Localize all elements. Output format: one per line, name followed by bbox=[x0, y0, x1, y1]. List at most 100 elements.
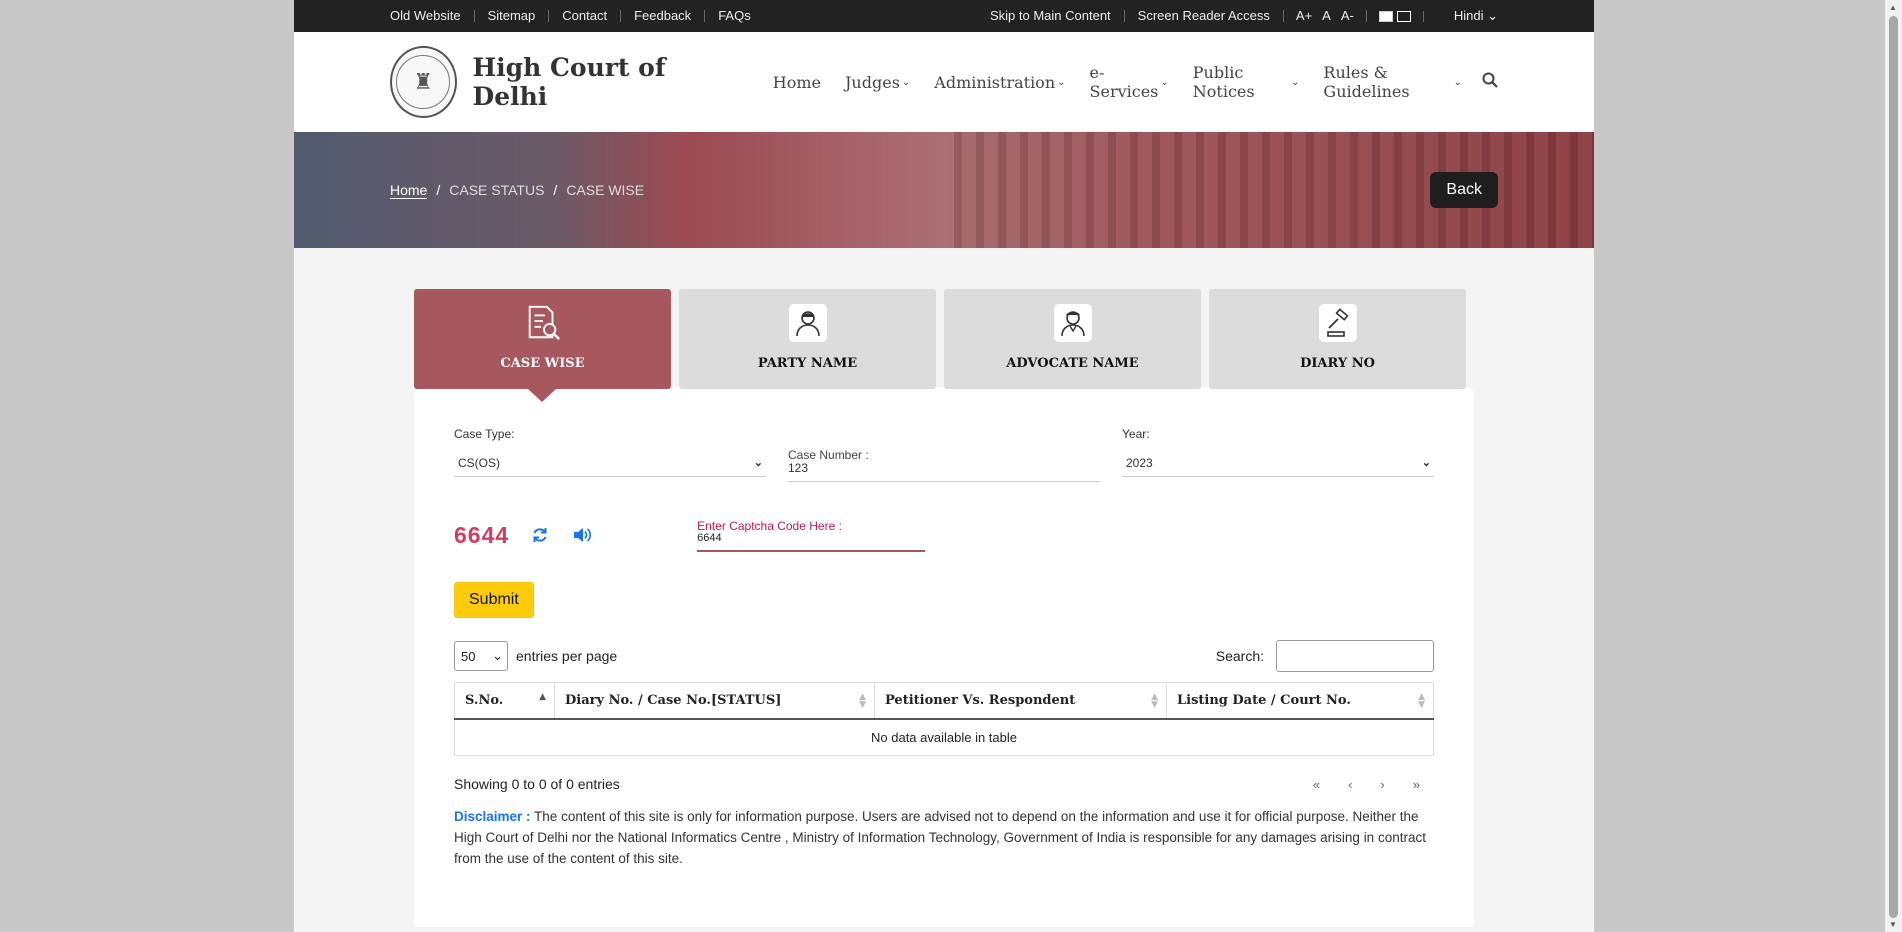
person-icon bbox=[788, 304, 827, 342]
captcha-label: Enter Captcha Code Here : bbox=[697, 519, 842, 533]
tab-diary-no[interactable]: DIARY NO bbox=[1209, 289, 1466, 389]
scrollbar-thumb[interactable] bbox=[1889, 16, 1898, 918]
nav-rules-guidelines-label: Rules & Guidelines bbox=[1323, 63, 1410, 101]
language-select[interactable]: Hindi ⌄ bbox=[1424, 8, 1498, 24]
captcha-field[interactable]: Enter Captcha Code Here : 6644 bbox=[697, 518, 926, 552]
nav-e-services[interactable]: e-Services ⌄ bbox=[1090, 63, 1169, 101]
chevron-down-icon: ⌄ bbox=[1160, 76, 1169, 88]
nav-administration[interactable]: Administration ⌄ bbox=[934, 73, 1065, 92]
font-size-controls: A+ A A- bbox=[1284, 9, 1367, 22]
nav-judges-label: Judges bbox=[845, 72, 900, 92]
chevron-down-icon: ⌄ bbox=[1421, 457, 1431, 469]
year-value: 2023 bbox=[1126, 455, 1153, 470]
screen-reader-link[interactable]: Screen Reader Access bbox=[1125, 9, 1284, 22]
captcha-input[interactable]: 6644 bbox=[697, 533, 926, 552]
first-page-button[interactable]: « bbox=[1313, 777, 1320, 792]
nav-home[interactable]: Home bbox=[773, 73, 821, 92]
year-select[interactable]: 2023 ⌄ bbox=[1122, 449, 1434, 477]
column-listing-date-label: Listing Date / Court No. bbox=[1177, 693, 1351, 708]
font-increase-button[interactable]: A+ bbox=[1296, 9, 1312, 22]
column-diary-case[interactable]: Diary No. / Case No.[STATUS] ▲ ▼ bbox=[554, 682, 875, 720]
chevron-down-icon: ⌄ bbox=[753, 457, 763, 469]
tab-advocate-name[interactable]: ADVOCATE NAME bbox=[944, 289, 1201, 389]
dark-theme-swatch[interactable] bbox=[1396, 10, 1411, 22]
faqs-link[interactable]: FAQs bbox=[705, 9, 764, 22]
site-title[interactable]: High Court of Delhi bbox=[473, 53, 727, 111]
scroll-down-arrow-icon[interactable]: ▼ bbox=[1889, 920, 1897, 929]
entries-per-page-value: 50 bbox=[461, 648, 476, 664]
advocate-icon bbox=[1053, 304, 1092, 342]
breadcrumb-home[interactable]: Home bbox=[390, 182, 428, 199]
case-number-field[interactable]: Case Number : 123 bbox=[788, 427, 1100, 482]
audio-captcha-icon[interactable] bbox=[571, 524, 593, 546]
case-number-label: Case Number : bbox=[788, 448, 869, 462]
nav-rules-guidelines[interactable]: Rules & Guidelines ⌄ bbox=[1323, 63, 1462, 101]
nav-judges[interactable]: Judges ⌄ bbox=[845, 73, 910, 92]
table-search-label: Search: bbox=[1215, 648, 1264, 664]
emblem-icon: ♜ bbox=[396, 55, 451, 109]
site-header: ♜ High Court of Delhi Home Judges ⌄ Admin… bbox=[294, 32, 1594, 132]
nav-public-notices-label: Public Notices bbox=[1192, 63, 1255, 101]
column-petitioner-respondent-label: Petitioner Vs. Respondent bbox=[885, 693, 1076, 708]
main-content: CASE WISE PARTY NAME ADVOCATE NAME DIARY… bbox=[294, 248, 1594, 927]
page-banner: Home / CASE STATUS / CASE WISE Back bbox=[294, 132, 1594, 248]
table-header-row: S.No. ▲ Diary No. / Case No.[STATUS] ▲ ▼ Pe… bbox=[454, 682, 1434, 720]
table-footer: Showing 0 to 0 of 0 entries « ‹ › » bbox=[454, 776, 1434, 792]
nav-e-services-label: e-Services bbox=[1089, 63, 1159, 101]
table-search: Search: bbox=[1216, 640, 1434, 672]
font-normal-button[interactable]: A bbox=[1322, 9, 1331, 22]
next-page-button[interactable]: › bbox=[1380, 777, 1384, 792]
case-type-select[interactable]: CS(OS) ⌄ bbox=[454, 449, 766, 477]
empty-table-message: No data available in table bbox=[454, 719, 1434, 756]
sitemap-link[interactable]: Sitemap bbox=[475, 9, 550, 22]
case-form-row: Case Type: CS(OS) ⌄ Case Number : 123 Ye… bbox=[454, 427, 1434, 482]
table-controls: 50 ⌄ entries per page Search: bbox=[454, 640, 1434, 672]
breadcrumb-case-status: CASE STATUS bbox=[449, 182, 545, 198]
document-search-icon bbox=[524, 304, 562, 342]
entries-per-page-select[interactable]: 50 ⌄ bbox=[454, 641, 508, 671]
skip-to-main-link[interactable]: Skip to Main Content bbox=[977, 9, 1125, 22]
column-petitioner-respondent[interactable]: Petitioner Vs. Respondent ▲ ▼ bbox=[874, 682, 1167, 720]
breadcrumb-separator: / bbox=[436, 182, 441, 198]
utility-links: Old Website Sitemap Contact Feedback FAQ… bbox=[390, 9, 764, 22]
refresh-captcha-icon[interactable] bbox=[529, 524, 551, 546]
previous-page-button[interactable]: ‹ bbox=[1348, 777, 1352, 792]
case-type-label: Case Type: bbox=[454, 427, 515, 441]
contact-link[interactable]: Contact bbox=[549, 9, 622, 22]
disclaimer: Disclaimer : The content of this site is… bbox=[454, 806, 1434, 869]
submit-button[interactable]: Submit bbox=[454, 582, 534, 618]
entries-per-page-label: entries per page bbox=[516, 648, 618, 664]
tab-diary-no-label: DIARY NO bbox=[1300, 356, 1375, 371]
last-page-button[interactable]: » bbox=[1413, 777, 1420, 792]
search-icon[interactable] bbox=[1482, 72, 1498, 93]
table-search-input[interactable] bbox=[1276, 640, 1434, 672]
court-building-image bbox=[954, 132, 1594, 248]
vertical-scrollbar[interactable]: ▲ ▼ bbox=[1885, 0, 1902, 932]
breadcrumb: Home / CASE STATUS / CASE WISE bbox=[390, 182, 644, 199]
top-utility-bar: Old Website Sitemap Contact Feedback FAQ… bbox=[294, 0, 1594, 32]
captcha-row: 6644 Enter Captcha Code Here : 6644 bbox=[454, 518, 1434, 552]
entries-length: 50 ⌄ entries per page bbox=[454, 641, 617, 671]
light-theme-swatch[interactable] bbox=[1378, 10, 1393, 22]
column-sno[interactable]: S.No. ▲ bbox=[454, 682, 555, 720]
disclaimer-label: Disclaimer : bbox=[454, 809, 531, 824]
tab-case-wise-label: CASE WISE bbox=[500, 356, 585, 371]
column-listing-date[interactable]: Listing Date / Court No. ▲ ▼ bbox=[1166, 682, 1434, 720]
tab-party-name[interactable]: PARTY NAME bbox=[679, 289, 936, 389]
old-website-link[interactable]: Old Website bbox=[390, 9, 475, 22]
font-decrease-button[interactable]: A- bbox=[1341, 9, 1354, 22]
results-table: S.No. ▲ Diary No. / Case No.[STATUS] ▲ ▼ Pe… bbox=[454, 682, 1434, 756]
court-emblem-logo[interactable]: ♜ bbox=[390, 46, 457, 118]
search-type-tabs: CASE WISE PARTY NAME ADVOCATE NAME DIARY… bbox=[414, 289, 1474, 402]
chevron-down-icon: ⌄ bbox=[1453, 76, 1462, 88]
nav-public-notices[interactable]: Public Notices ⌄ bbox=[1193, 63, 1300, 101]
feedback-link[interactable]: Feedback bbox=[621, 9, 706, 22]
pagination: « ‹ › » bbox=[1313, 777, 1434, 792]
sort-icon: ▲ ▼ bbox=[1151, 692, 1158, 710]
case-number-input[interactable]: 123 bbox=[788, 462, 1100, 482]
main-nav: Home Judges ⌄ Administration ⌄ e-Services ⌄… bbox=[773, 63, 1498, 101]
tab-case-wise[interactable]: CASE WISE bbox=[414, 289, 671, 402]
captcha-image: 6644 bbox=[454, 521, 510, 548]
back-button[interactable]: Back bbox=[1430, 172, 1498, 208]
scroll-up-arrow-icon[interactable]: ▲ bbox=[1889, 3, 1897, 12]
